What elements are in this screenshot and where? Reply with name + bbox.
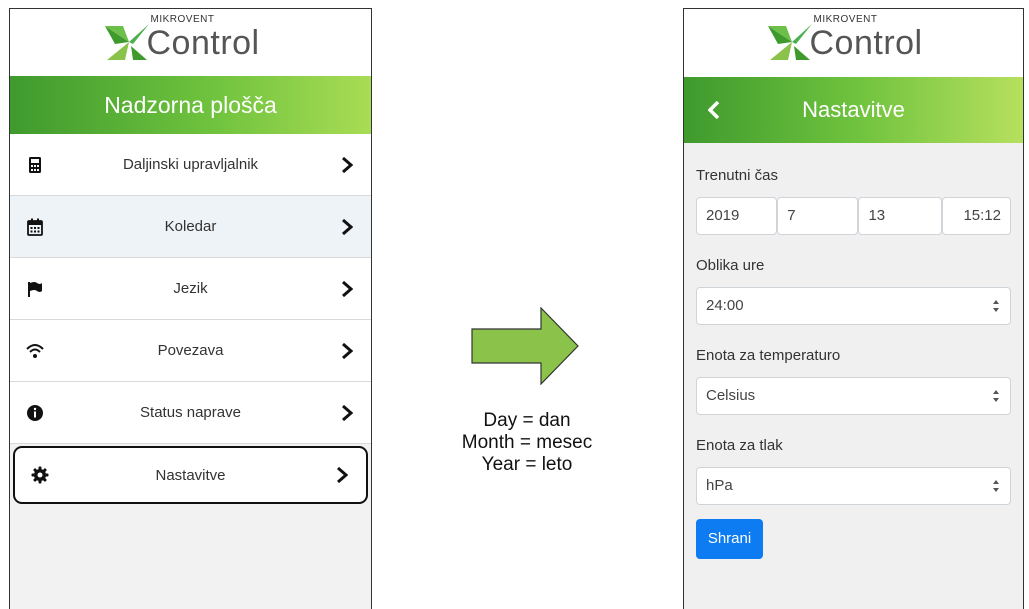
current-time-label: Trenutni čas — [696, 167, 778, 184]
pressure-unit-value: hPa — [706, 477, 733, 494]
chevron-right-icon — [342, 404, 353, 421]
chevron-right-icon — [342, 280, 353, 297]
legend-month: Month = mesec — [461, 432, 593, 453]
select-arrows-icon — [993, 480, 999, 492]
temperature-unit-label: Enota za temperaturo — [696, 347, 841, 364]
calculator-icon — [29, 156, 41, 173]
translation-legend: Day = dan Month = mesec Year = leto — [434, 410, 620, 476]
menu-item-label: Povezava — [157, 342, 224, 359]
menu-item-connection[interactable]: Povezava — [10, 320, 371, 382]
chevron-right-icon — [337, 467, 348, 483]
menu-item-label: Nastavitve — [155, 466, 226, 484]
menu-item-settings[interactable]: Nastavitve — [13, 446, 368, 504]
app-header: MIKROVENT Control — [684, 9, 1023, 77]
mikrovent-logo-icon — [104, 24, 149, 60]
chevron-right-icon — [342, 342, 353, 359]
current-time-fields: 2019 7 13 15:12 — [696, 197, 1011, 235]
clock-format-select[interactable]: 24:00 — [696, 287, 1011, 325]
wifi-icon — [26, 343, 44, 358]
flag-icon — [28, 281, 42, 297]
temperature-unit-select[interactable]: Celsius — [696, 377, 1011, 415]
pressure-unit-select[interactable]: hPa — [696, 467, 1011, 505]
temperature-unit-value: Celsius — [706, 387, 756, 404]
menu-item-device-status[interactable]: Status naprave — [10, 382, 371, 444]
menu-item-label: Daljinski upravljalnik — [122, 156, 259, 173]
page-title-bar: Nastavitve — [684, 77, 1023, 143]
gear-icon — [31, 466, 49, 484]
select-arrows-icon — [993, 390, 999, 402]
time-field[interactable]: 15:12 — [941, 197, 1011, 235]
page-title: Nastavitve — [802, 97, 905, 122]
app-header: MIKROVENT Control — [10, 9, 371, 76]
back-chevron-icon[interactable] — [708, 101, 720, 119]
legend-year: Year = leto — [481, 454, 573, 475]
brand-large-text: Control — [146, 24, 260, 62]
menu-item-language[interactable]: Jezik — [10, 258, 371, 320]
clock-format-label: Oblika ure — [696, 257, 765, 274]
pressure-unit-label: Enota za tlak — [696, 437, 783, 454]
page-title: Nadzorna plošča — [10, 76, 371, 134]
legend-day: Day = dan — [483, 410, 571, 431]
menu-item-remote[interactable]: Daljinski upravljalnik — [10, 134, 371, 196]
settings-form: Trenutni čas 2019 7 13 15:12 Oblika ure … — [684, 167, 1023, 559]
save-button[interactable]: Shrani — [696, 519, 763, 559]
brand-large-text: Control — [809, 24, 923, 62]
dashboard-screen: MIKROVENT Control Nadzorna plošča Daljin… — [9, 8, 372, 609]
clock-format-value: 24:00 — [706, 297, 744, 314]
year-field[interactable]: 2019 — [696, 197, 778, 235]
select-arrows-icon — [993, 300, 999, 312]
day-field[interactable]: 13 — [858, 197, 942, 235]
calendar-icon — [27, 218, 43, 236]
menu-item-label: Status naprave — [140, 404, 241, 421]
menu-item-calendar[interactable]: Koledar — [10, 196, 371, 258]
mikrovent-logo: MIKROVENT Control — [103, 12, 279, 68]
menu-item-label: Koledar — [164, 218, 217, 235]
menu-item-label: Jezik — [173, 280, 208, 297]
mikrovent-logo: MIKROVENT Control — [766, 12, 942, 68]
mikrovent-logo-icon — [767, 24, 812, 60]
chevron-right-icon — [342, 218, 353, 235]
settings-screen: MIKROVENT Control Nastavitve Trenutni ča… — [683, 8, 1024, 609]
info-icon — [27, 404, 43, 421]
month-field[interactable]: 7 — [777, 197, 859, 235]
right-arrow-icon — [471, 307, 579, 385]
chevron-right-icon — [342, 156, 353, 173]
